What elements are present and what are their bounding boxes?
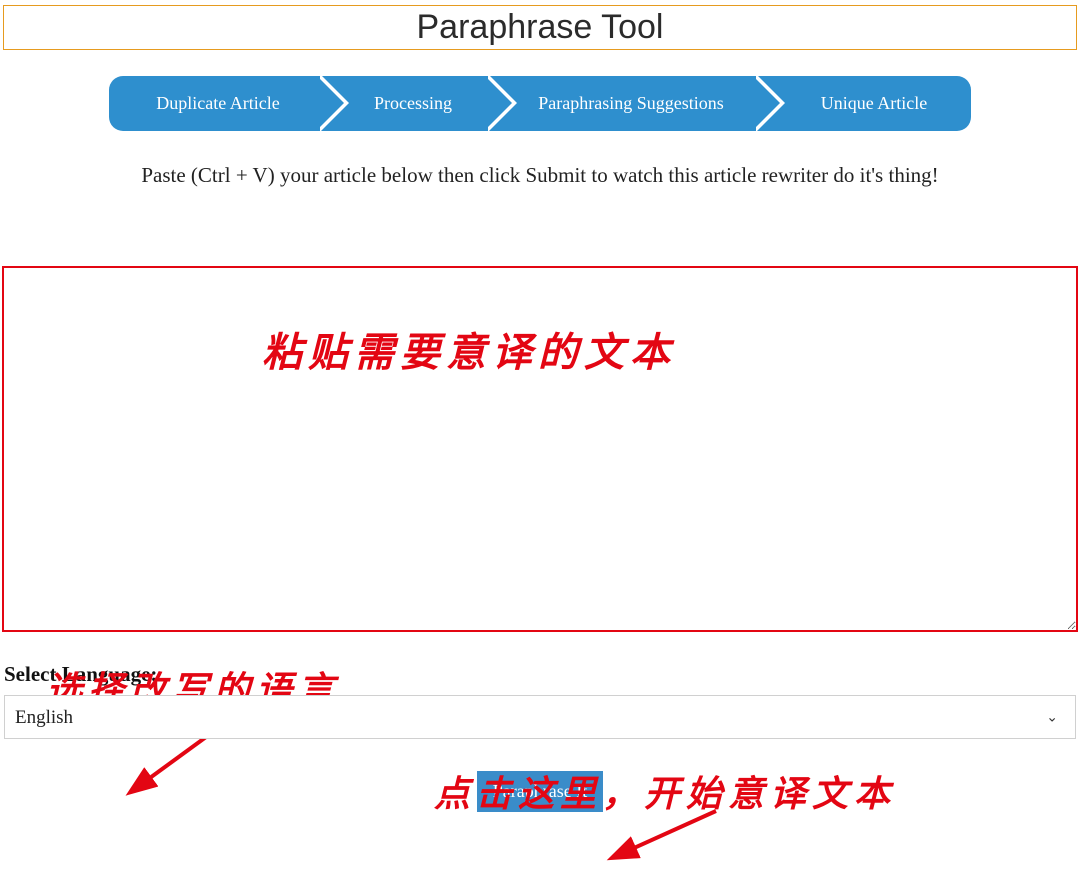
step-label: Paraphrasing Suggestions <box>538 93 723 114</box>
arrow-to-submit-icon <box>596 803 736 873</box>
step-duplicate-article: Duplicate Article <box>109 76 317 131</box>
article-input[interactable] <box>4 268 1076 630</box>
paraphrase-button[interactable]: Paraphrase It <box>477 771 603 812</box>
submit-row: Paraphrase It <box>0 771 1080 812</box>
language-select[interactable]: English <box>4 695 1076 739</box>
step-label: Duplicate Article <box>156 93 279 114</box>
title-container: Paraphrase Tool <box>3 5 1077 50</box>
textarea-container <box>0 266 1080 632</box>
step-paraphrasing-suggestions: Paraphrasing Suggestions <box>485 76 753 131</box>
language-select-container: English ⌄ <box>4 695 1076 739</box>
step-label: Processing <box>374 93 452 114</box>
progress-steps: Duplicate Article Processing Paraphrasin… <box>109 76 971 131</box>
page-title: Paraphrase Tool <box>4 8 1076 47</box>
textarea-highlight-border <box>2 266 1078 632</box>
step-unique-article: Unique Article <box>753 76 971 131</box>
step-label: Unique Article <box>821 93 927 114</box>
instruction-text: Paste (Ctrl + V) your article below then… <box>0 163 1080 188</box>
language-label: Select Language: <box>0 662 1080 687</box>
